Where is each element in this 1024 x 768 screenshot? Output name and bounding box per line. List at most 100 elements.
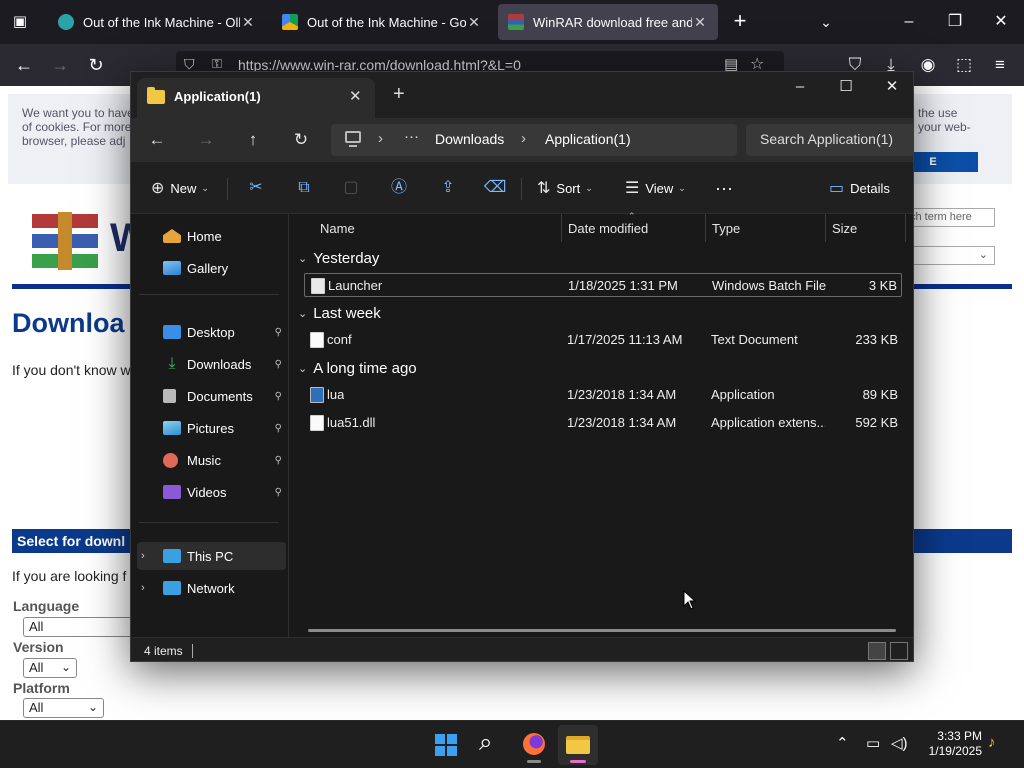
application-icon — [310, 387, 324, 403]
sidebar-item-pictures[interactable]: Pictures ⚲ — [137, 414, 286, 442]
share-icon[interactable]: ⇪ — [435, 175, 461, 201]
breadcrumb[interactable]: › ··· Downloads › Application(1) — [331, 124, 737, 156]
breadcrumb-application[interactable]: Application(1) — [545, 131, 631, 147]
desktop-icon — [163, 325, 181, 339]
menu-icon[interactable]: ≡ — [987, 52, 1013, 78]
browser-close-button[interactable]: ✕ — [978, 0, 1024, 44]
explorer-minimize-button[interactable]: – — [777, 72, 823, 104]
show-hidden-icons-icon[interactable]: ⌃ — [836, 734, 849, 752]
close-tab-icon[interactable]: ✕ — [349, 87, 362, 105]
system-clock[interactable]: 3:33 PM 1/19/2025 — [918, 729, 982, 759]
language-select[interactable]: All — [23, 617, 133, 637]
file-row-conf[interactable]: conf 1/17/2025 11:13 AM Text Document 23… — [304, 328, 902, 352]
reload-icon[interactable]: ↻ — [82, 52, 110, 78]
new-tab-button[interactable]: + — [728, 10, 752, 34]
details-view-icon[interactable] — [868, 642, 886, 660]
browser-tab-winrar[interactable]: WinRAR download free and support ✕ — [498, 4, 718, 40]
browser-tab-google[interactable]: Out of the Ink Machine - Google ✕ — [272, 4, 492, 40]
pin-icon[interactable]: ⚲ — [275, 391, 282, 402]
start-button[interactable] — [426, 725, 466, 765]
paste-icon[interactable]: ▢ — [338, 175, 364, 201]
this-pc-icon[interactable] — [345, 131, 361, 143]
explorer-new-tab-button[interactable]: + — [393, 84, 405, 104]
breadcrumb-chevron-icon[interactable]: › — [378, 130, 383, 147]
sidebar-item-documents[interactable]: Documents ⚲ — [137, 382, 286, 410]
explorer-close-button[interactable]: ✕ — [869, 72, 913, 104]
pin-icon[interactable]: ⚲ — [275, 327, 282, 338]
explorer-maximize-button[interactable]: ☐ — [823, 72, 869, 104]
pin-icon[interactable]: ⚲ — [275, 455, 282, 466]
copy-icon[interactable]: ⧉ — [291, 175, 317, 201]
group-header-last-week[interactable]: ⌄ Last week — [298, 301, 381, 325]
looking-text: If you are looking f — [12, 568, 127, 584]
large-icons-view-icon[interactable] — [890, 642, 908, 660]
forward-icon[interactable]: → — [46, 52, 74, 78]
file-row-lua[interactable]: lua 1/23/2018 1:34 AM Application 89 KB — [304, 383, 902, 407]
close-tab-icon[interactable]: ✕ — [692, 14, 708, 31]
sidebar-item-gallery[interactable]: Gallery — [137, 254, 286, 282]
sidebar-item-music[interactable]: Music ⚲ — [137, 446, 286, 474]
platform-select[interactable]: All ⌄ — [23, 698, 104, 718]
column-header-size[interactable]: Size — [826, 214, 906, 242]
sidebar-item-network[interactable]: › Network — [137, 574, 286, 602]
taskbar-firefox-button[interactable] — [514, 725, 554, 765]
sort-button[interactable]: ⇅ Sort ⌄ — [537, 175, 593, 201]
sidebar-item-desktop[interactable]: Desktop ⚲ — [137, 318, 286, 346]
taskbar-search-button[interactable]: ⌕ — [470, 725, 510, 765]
back-icon[interactable]: ← — [10, 52, 38, 78]
breadcrumb-chevron-icon[interactable]: › — [521, 130, 526, 147]
tab-list-icon[interactable]: ▣ — [10, 12, 30, 32]
volume-icon[interactable]: ◁) — [891, 734, 908, 752]
refresh-icon[interactable]: ↻ — [287, 127, 315, 153]
group-header-yesterday[interactable]: ⌄ Yesterday — [298, 246, 379, 270]
expand-chevron-icon[interactable]: › — [141, 582, 145, 594]
close-tab-icon[interactable]: ✕ — [466, 14, 482, 31]
new-button[interactable]: ⊕ New ⌄ — [151, 175, 209, 201]
site-search-input[interactable]: ch term here — [905, 208, 995, 227]
view-button[interactable]: ☰ View ⌄ — [625, 175, 686, 201]
downloads-icon: ⤓ — [168, 355, 176, 372]
see-more-button[interactable]: ··· — [715, 175, 733, 201]
sidebar-item-downloads[interactable]: ⤓ Downloads ⚲ — [137, 350, 286, 378]
extensions-icon[interactable]: ⬚ — [951, 52, 977, 78]
sidebar-item-home[interactable]: Home — [137, 222, 286, 250]
delete-icon[interactable]: ⌫ — [482, 175, 508, 201]
list-all-tabs-icon[interactable]: ⌄ — [815, 10, 837, 34]
pin-icon[interactable]: ⚲ — [275, 359, 282, 370]
pin-icon[interactable]: ⚲ — [275, 487, 282, 498]
back-icon[interactable]: ← — [143, 127, 171, 153]
close-tab-icon[interactable]: ✕ — [240, 14, 256, 31]
column-header-type[interactable]: Type — [706, 214, 826, 242]
browser-minimize-button[interactable]: – — [886, 0, 932, 44]
up-icon[interactable]: ↑ — [239, 127, 267, 153]
text-document-icon — [310, 332, 324, 348]
explorer-search-input[interactable]: Search Application(1) — [746, 124, 913, 156]
notifications-bell-icon[interactable]: ♪ — [988, 734, 996, 751]
browser-tab-ollie[interactable]: Out of the Ink Machine - Ollie ✕ — [48, 4, 266, 40]
forward-icon[interactable]: → — [192, 127, 220, 153]
version-select[interactable]: All ⌄ — [23, 658, 77, 678]
pin-icon[interactable]: ⚲ — [275, 423, 282, 434]
group-header-long-time-ago[interactable]: ⌄ A long time ago — [298, 356, 417, 380]
column-header-date[interactable]: Date modified — [562, 214, 706, 242]
file-row-lua51-dll[interactable]: lua51.dll 1/23/2018 1:34 AM Application … — [304, 411, 902, 435]
sidebar-item-videos[interactable]: Videos ⚲ — [137, 478, 286, 506]
lock-icon[interactable]: ⚿ — [212, 56, 222, 72]
sidebar-item-this-pc[interactable]: › This PC — [137, 542, 286, 570]
taskbar-file-explorer-button[interactable] — [558, 725, 598, 765]
horizontal-scrollbar[interactable] — [308, 629, 896, 632]
site-language-select[interactable]: ⌄ — [905, 246, 995, 265]
explorer-tab-application[interactable]: Application(1) ✕ — [137, 78, 375, 118]
cut-icon[interactable]: ✂ — [243, 175, 269, 201]
browser-restore-button[interactable]: ❐ — [932, 0, 978, 44]
expand-chevron-icon[interactable]: › — [141, 550, 145, 562]
ollie-favicon-icon — [58, 14, 74, 30]
breadcrumb-more-button[interactable]: ··· — [404, 128, 419, 145]
details-button[interactable]: ▭ Details — [829, 175, 890, 201]
rename-icon[interactable]: Ⓐ — [386, 175, 412, 201]
network-icon[interactable]: ▭ — [866, 734, 880, 752]
account-icon[interactable]: ◉ — [915, 52, 941, 78]
column-header-name[interactable]: Name — [314, 214, 562, 242]
breadcrumb-downloads[interactable]: Downloads — [435, 131, 504, 147]
file-row-launcher[interactable]: Launcher 1/18/2025 1:31 PM Windows Batch… — [304, 273, 902, 297]
